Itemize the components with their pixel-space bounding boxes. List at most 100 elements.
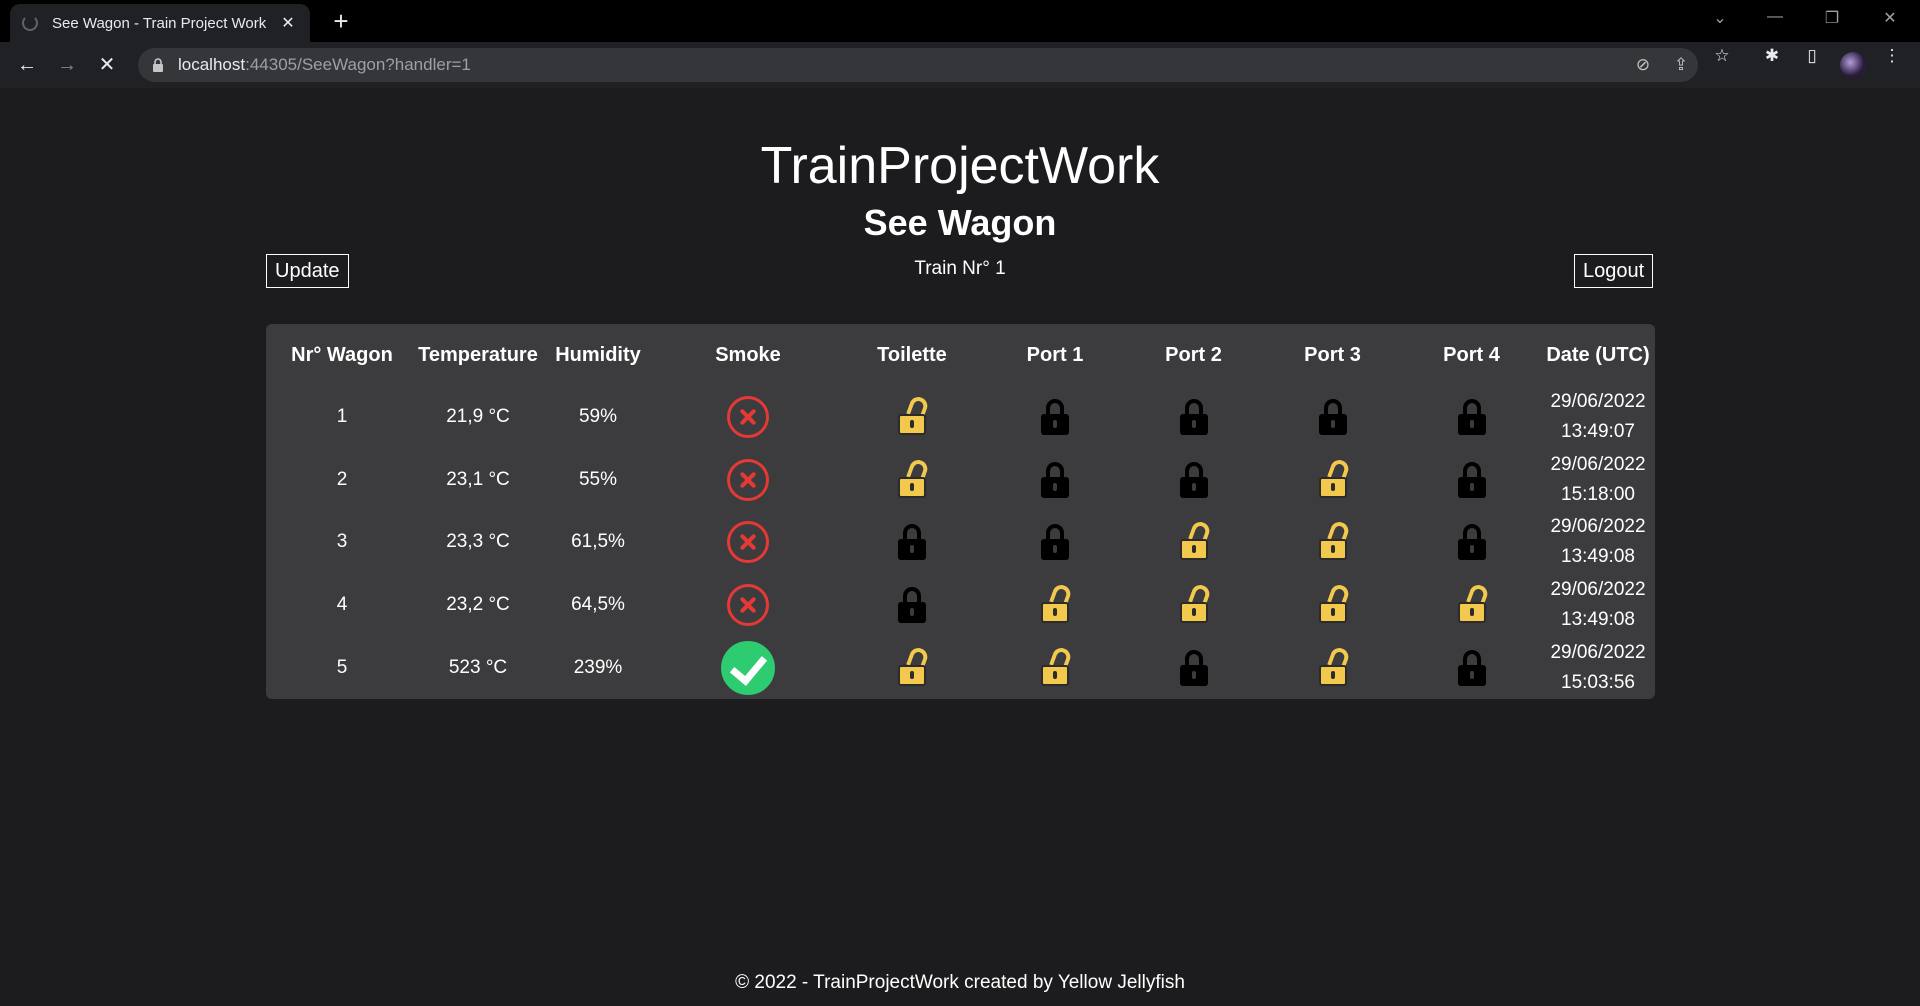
date-value: 29/06/2022 — [1550, 641, 1646, 663]
logout-button[interactable]: Logout — [1574, 254, 1654, 288]
update-button[interactable]: Update — [266, 254, 349, 288]
date-cell: 29/06/2022 13:49:08 — [1541, 574, 1655, 637]
browser-toolbar: ← → ✕ localhost:44305/SeeWagon?handler=1… — [0, 42, 1920, 88]
smoke-cell — [658, 449, 838, 512]
toilette-cell — [838, 636, 986, 699]
port-4-cell — [1402, 636, 1541, 699]
humidity-value: 64,5% — [571, 594, 625, 616]
address-bar[interactable]: localhost:44305/SeeWagon?handler=1 ⊘ ⇪ — [138, 48, 1698, 82]
date-cell: 29/06/2022 15:18:00 — [1541, 449, 1655, 512]
port-4-padlock-icon — [1457, 582, 1490, 624]
date-cell: 29/06/2022 13:49:07 — [1541, 386, 1655, 449]
time-value: 13:49:08 — [1561, 609, 1635, 631]
bookmark-star-icon[interactable]: ☆ — [1710, 46, 1734, 66]
temperature-value: 523 °C — [448, 656, 508, 678]
profile-avatar[interactable] — [1840, 52, 1866, 78]
port-4-padlock-icon — [1457, 399, 1486, 436]
header-nr-wagon: Nr° Wagon — [291, 343, 393, 366]
wagon-number: 2 — [336, 468, 348, 490]
tab-search-icon[interactable]: ⌄ — [1700, 8, 1740, 28]
restore-icon[interactable]: ❐ — [1812, 8, 1852, 28]
port-2-cell — [1124, 574, 1263, 637]
smoke-cell — [658, 574, 838, 637]
header-humidity: Humidity — [555, 343, 641, 366]
date-value: 29/06/2022 — [1550, 453, 1646, 475]
forward-icon[interactable]: → — [52, 50, 82, 80]
wagon-table: Nr° Wagon Temperature Humidity Smoke Toi… — [266, 324, 1655, 699]
header-port-1: Port 1 — [1026, 343, 1084, 366]
wagon-number: 1 — [336, 406, 348, 428]
toilette-cell — [838, 511, 986, 574]
new-tab-button[interactable]: + — [326, 6, 356, 37]
port-3-padlock-icon — [1318, 399, 1347, 436]
port-3-padlock-icon — [1318, 457, 1351, 498]
time-value: 13:49:07 — [1561, 421, 1635, 443]
tab-close-icon[interactable]: ✕ — [278, 13, 298, 33]
port-1-cell — [986, 449, 1124, 512]
minimize-icon[interactable]: — — [1755, 8, 1795, 26]
menu-dots-icon[interactable]: ⋮ — [1880, 46, 1904, 66]
extensions-icon[interactable]: ✱ — [1760, 46, 1784, 66]
table-row: 5 523 °C 239% 29/06/2022 15:03:56 — [266, 636, 1655, 699]
port-1-padlock-icon — [1041, 645, 1073, 686]
url-path: :44305/SeeWagon?handler=1 — [245, 55, 471, 74]
eye-off-icon[interactable]: ⊘ — [1632, 55, 1654, 75]
humidity-value: 55% — [578, 468, 618, 490]
port-1-padlock-icon — [1041, 399, 1069, 436]
browser-tab-bar: See Wagon - Train Project Work ✕ + ⌄ — ❐… — [0, 0, 1920, 42]
port-2-cell — [1124, 636, 1263, 699]
temperature-value: 23,1 °C — [446, 468, 510, 490]
toilette-padlock-icon — [898, 394, 930, 436]
stop-loading-icon[interactable]: ✕ — [92, 50, 122, 80]
port-4-padlock-icon — [1457, 461, 1486, 498]
temperature-value: 23,2 °C — [446, 594, 510, 616]
port-3-padlock-icon — [1318, 520, 1351, 561]
wagon-number: 3 — [336, 531, 348, 553]
port-2-cell — [1124, 386, 1263, 449]
port-3-cell — [1263, 636, 1402, 699]
port-3-cell — [1263, 574, 1402, 637]
secure-lock-icon[interactable] — [152, 58, 164, 72]
wagon-number: 4 — [336, 594, 348, 616]
close-window-icon[interactable]: ✕ — [1870, 8, 1910, 28]
site-title[interactable]: TrainProjectWork — [0, 136, 1920, 196]
date-value: 29/06/2022 — [1550, 579, 1646, 601]
port-1-cell — [986, 636, 1124, 699]
humidity-value: 59% — [578, 406, 618, 428]
header-temperature: Temperature — [418, 343, 538, 366]
loading-spinner-icon — [22, 15, 38, 31]
port-2-padlock-icon — [1179, 461, 1208, 498]
port-2-cell — [1124, 449, 1263, 512]
x-circle-icon — [727, 458, 769, 501]
browser-tab[interactable]: See Wagon - Train Project Work ✕ — [10, 4, 310, 42]
smoke-cell — [658, 636, 838, 699]
port-2-padlock-icon — [1179, 649, 1208, 686]
port-1-padlock-icon — [1041, 461, 1069, 498]
back-icon[interactable]: ← — [12, 50, 42, 80]
url-text: localhost:44305/SeeWagon?handler=1 — [178, 55, 471, 75]
x-circle-icon — [727, 584, 769, 627]
toilette-padlock-icon — [898, 645, 930, 686]
wagon-table-panel: Nr° Wagon Temperature Humidity Smoke Toi… — [266, 324, 1655, 699]
wagon-table-body: 1 21,9 °C 59% 29/06/2022 13:49:07 2 23,1 °C 55%… — [266, 386, 1655, 699]
wagon-number: 5 — [336, 656, 348, 678]
table-header-row: Nr° Wagon Temperature Humidity Smoke Toi… — [266, 324, 1655, 386]
temperature-value: 23,3 °C — [446, 531, 510, 553]
table-row: 1 21,9 °C 59% 29/06/2022 13:49:07 — [266, 386, 1655, 449]
x-circle-icon — [727, 396, 769, 439]
page-content: TrainProjectWork See Wagon Train Nr° 1 U… — [0, 88, 1920, 1006]
share-icon[interactable]: ⇪ — [1670, 55, 1692, 75]
time-value: 15:18:00 — [1561, 483, 1635, 505]
date-cell: 29/06/2022 15:03:56 — [1541, 636, 1655, 699]
header-date-utc: Date (UTC) — [1546, 343, 1650, 366]
time-value: 13:49:08 — [1561, 546, 1635, 568]
port-1-cell — [986, 511, 1124, 574]
check-circle-icon — [721, 640, 775, 695]
table-row: 4 23,2 °C 64,5% 29/06/2022 13:49:08 — [266, 574, 1655, 637]
port-3-cell — [1263, 386, 1402, 449]
port-2-cell — [1124, 511, 1263, 574]
port-2-padlock-icon — [1179, 520, 1212, 561]
port-3-cell — [1263, 511, 1402, 574]
side-panel-icon[interactable]: ▯ — [1800, 46, 1824, 66]
port-4-padlock-icon — [1457, 649, 1486, 686]
